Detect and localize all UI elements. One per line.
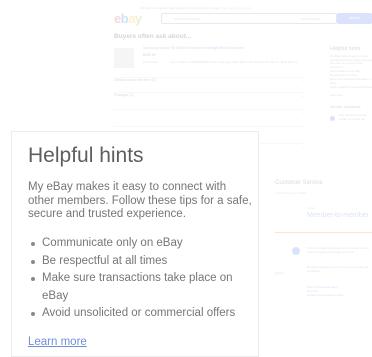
- cs-text-1: To keep the eBay marketplace secure and …: [307, 247, 370, 254]
- chevron-down-icon: ⌄: [300, 94, 304, 98]
- chevron-down-icon: ⌄: [300, 128, 304, 132]
- search-button[interactable]: Search: [337, 13, 372, 24]
- hint-item: Make sure transactions take place on eBa…: [28, 270, 256, 305]
- learn-more-link[interactable]: Learn more: [28, 336, 87, 348]
- hints-list: Communicate only on eBay Be respectful a…: [28, 235, 256, 323]
- sidebar-heading: Helpful hints: [330, 46, 361, 52]
- customer-service-heading: Customer Service: [275, 180, 323, 186]
- item-title-link[interactable]: Samsung Galaxy S8 64GB Smartphone Midnig…: [143, 46, 244, 50]
- accordion-postage[interactable]: Postage (2) ⌄: [114, 92, 304, 107]
- sidebar-heading-2: Member confidence: [330, 105, 361, 109]
- cs-small-label: Contact: [307, 207, 316, 210]
- accordion-item[interactable]: ⌄: [114, 109, 304, 124]
- hints-title: Helpful hints: [28, 144, 144, 167]
- buyers-ask-heading: Buyers often ask about...: [114, 33, 192, 40]
- header-highlight[interactable]: Shop the Holiday Guide: [220, 6, 252, 10]
- search-input[interactable]: Search for anything All Categories: [161, 13, 337, 24]
- hint-item: Be respectful at all times: [28, 253, 256, 271]
- cs-text-2: Messages that ask members to buy outside…: [307, 266, 369, 273]
- category-select[interactable]: All Categories: [301, 17, 320, 21]
- sidebar-text: My eBay makes it easy to connect with ot…: [330, 55, 372, 69]
- cs-links: How to communicate safely More help Cont…: [307, 286, 344, 297]
- search-placeholder: Search for anything: [174, 17, 201, 21]
- header-links[interactable]: Hi! Sign in or register Daily Deals Gift…: [140, 6, 252, 10]
- helpful-hints-card: Helpful hints My eBay makes it easy to c…: [11, 131, 259, 357]
- cs-label: Subject: [275, 272, 284, 275]
- sidebar-bullets: Communicate only on eBay Be respectful a…: [330, 70, 372, 89]
- accordion-details[interactable]: Details about the item (1) ⌄: [114, 77, 304, 92]
- divider: [275, 232, 372, 233]
- hints-description: My eBay makes it easy to connect with ot…: [28, 181, 252, 220]
- hint-item: Communicate only on eBay: [28, 235, 256, 253]
- item-meta-detail: Item number: 123456789012 Seller: exampl…: [170, 60, 298, 64]
- member-to-member-title: Member-to-member: [307, 212, 369, 219]
- hint-item: Avoid unsolicited or commercial offers: [28, 305, 256, 323]
- item-thumbnail[interactable]: [114, 48, 134, 68]
- item-meta-label: Purchased: [143, 60, 158, 64]
- sidebar-learn-more[interactable]: Learn more: [330, 94, 343, 97]
- item-price: $349.99: [143, 53, 156, 57]
- sidebar-text-2: Only member-to-member contact can protec…: [339, 114, 367, 121]
- chevron-down-icon: ⌄: [300, 79, 304, 83]
- chevron-down-icon: ⌄: [300, 111, 304, 115]
- chevron-down-icon: ⌄: [300, 145, 304, 149]
- info-icon: [292, 247, 300, 255]
- breadcrumb[interactable]: Customer Service > Contact: [275, 192, 306, 195]
- ebay-logo[interactable]: ebay: [114, 11, 142, 26]
- info-icon: [330, 116, 335, 121]
